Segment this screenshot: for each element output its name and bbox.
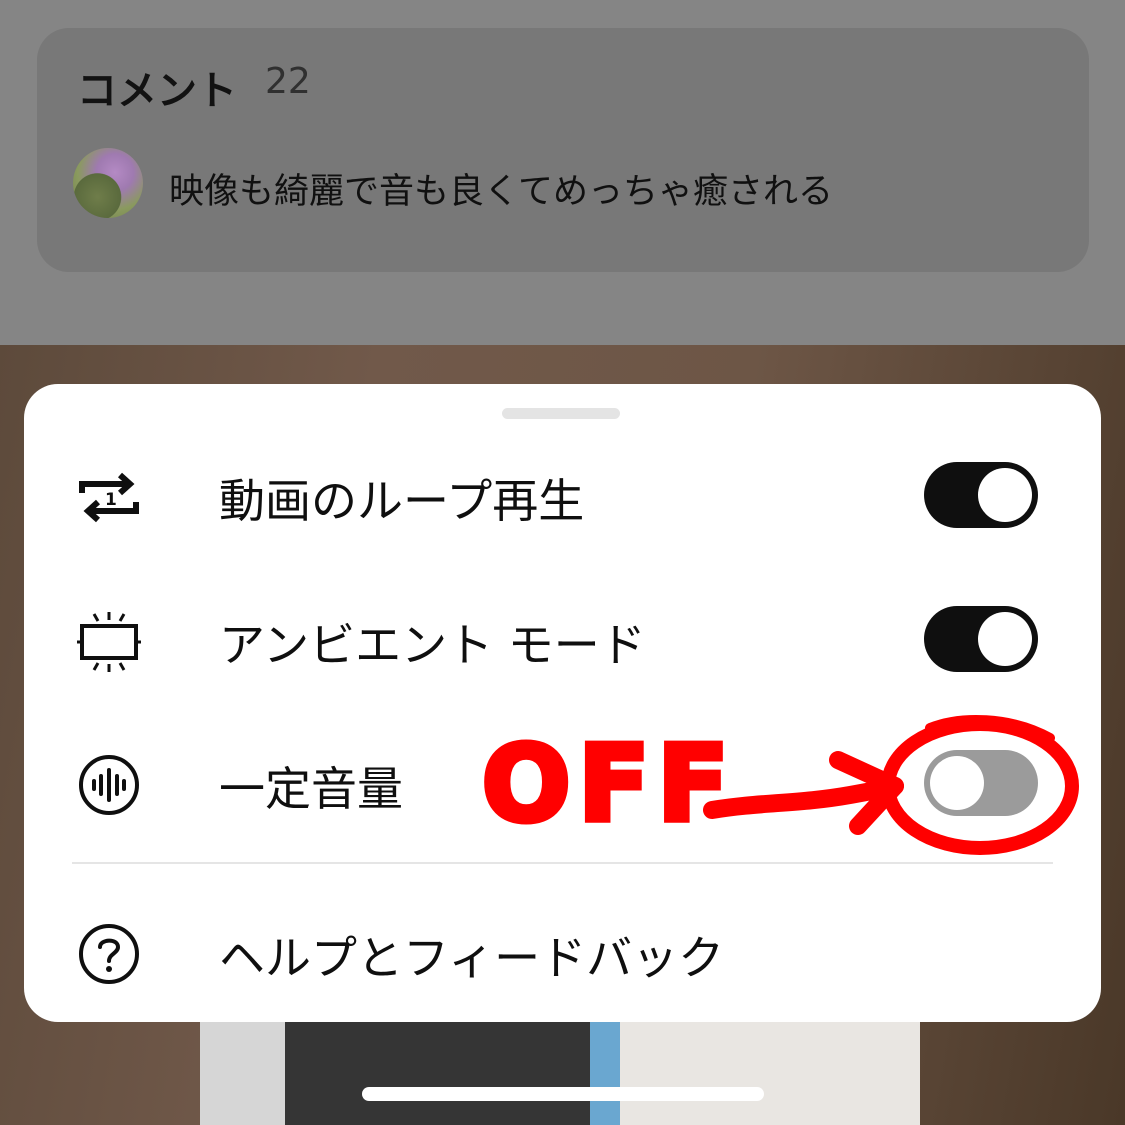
ambient-mode-icon [74,606,144,676]
comments-title: コメント [77,68,237,114]
thumbnail-panel [590,1022,620,1125]
help-icon [74,919,144,989]
setting-label: アンビエント モード [219,618,646,672]
top-comment-text: 映像も綺麗で音も良くてめっちゃ癒される [169,172,833,212]
comments-card[interactable]: コメント 22 映像も綺麗で音も良くてめっちゃ癒される [37,28,1089,272]
help-feedback-label: ヘルプとフィードバック [219,931,725,985]
drag-handle[interactable] [502,408,620,419]
thumbnail-panel [620,1022,920,1125]
svg-text:1: 1 [105,490,117,510]
video-thumbnail-strip [200,1022,920,1125]
setting-row-stable-volume[interactable]: 一定音量 [24,725,1101,835]
setting-row-loop[interactable]: 1 動画のループ再生 [24,437,1101,547]
stable-volume-icon [74,750,144,820]
comments-count: 22 [265,61,311,102]
setting-row-ambient[interactable]: アンビエント モード [24,581,1101,691]
help-feedback-row[interactable]: ヘルプとフィードバック [24,894,1101,1004]
setting-label: 動画のループ再生 [219,474,585,528]
toggle-knob [930,756,984,810]
loop-toggle[interactable] [924,462,1038,528]
home-indicator[interactable] [362,1087,764,1101]
repeat-one-icon: 1 [74,462,144,532]
ambient-mode-toggle[interactable] [924,606,1038,672]
settings-bottom-sheet: 1 動画のループ再生 アンビエント モード 一定音量 ヘルプとフィードバック [24,384,1101,1022]
setting-label: 一定音量 [219,762,403,816]
thumbnail-panel [200,1022,285,1125]
stable-volume-toggle[interactable] [924,750,1038,816]
toggle-knob [978,612,1032,666]
thumbnail-panel [285,1022,590,1125]
avatar [73,148,143,218]
divider [72,862,1053,864]
toggle-knob [978,468,1032,522]
